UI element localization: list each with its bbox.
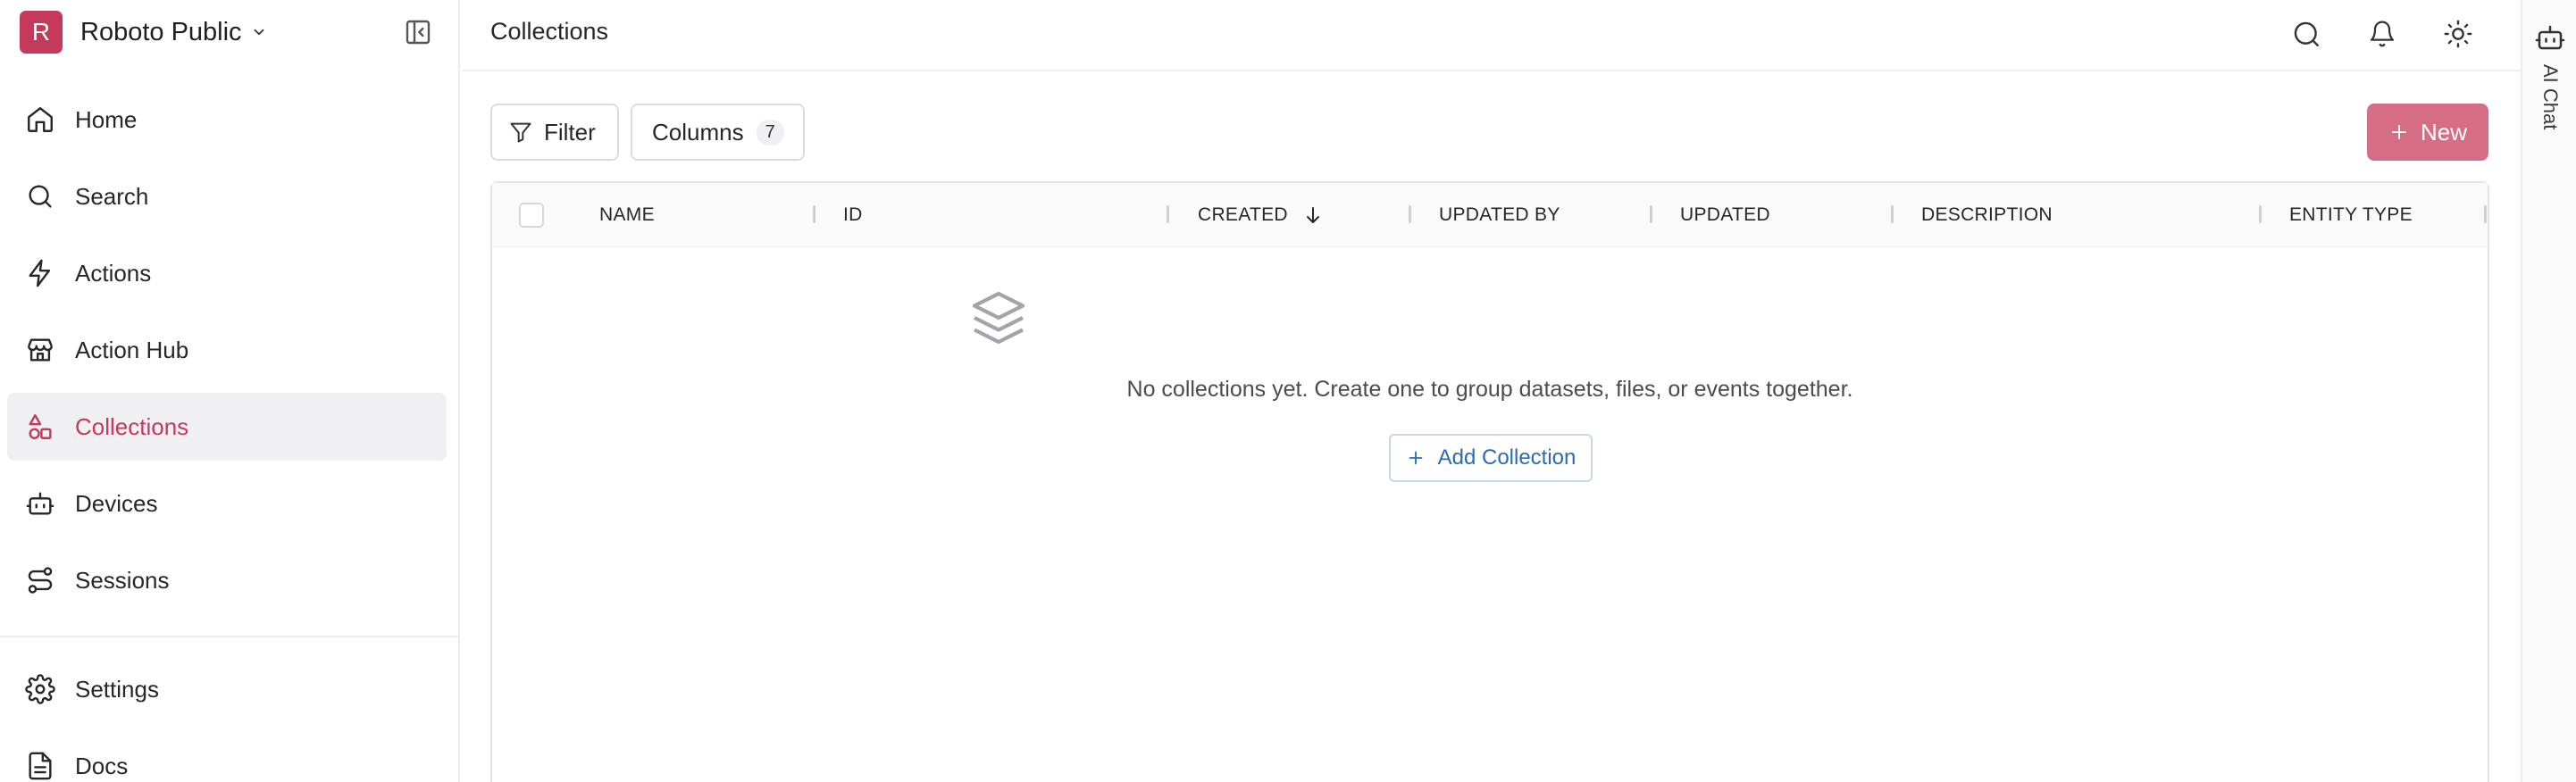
columns-button[interactable]: Columns 7	[631, 104, 805, 161]
gear-icon	[25, 674, 55, 704]
filter-button[interactable]: Filter	[490, 104, 619, 161]
sidebar-item-label: Settings	[75, 675, 159, 703]
column-resize-handle[interactable]	[1650, 205, 1652, 223]
filter-icon	[510, 122, 531, 143]
arrow-down-icon	[1306, 207, 1319, 223]
sidebar-item-settings[interactable]: Settings	[7, 655, 447, 723]
column-label: CREATED	[1198, 204, 1288, 225]
theme-toggle-button[interactable]	[2440, 16, 2476, 52]
column-resize-handle[interactable]	[2484, 205, 2487, 223]
column-resize-handle[interactable]	[1891, 205, 1894, 223]
add-collection-button[interactable]: Add Collection	[1389, 434, 1593, 482]
column-label: DESCRIPTION	[1921, 204, 2053, 225]
columns-label: Columns	[652, 118, 744, 146]
sidebar-item-devices[interactable]: Devices	[7, 470, 447, 537]
column-header-description[interactable]: DESCRIPTION	[1921, 204, 2053, 226]
shapes-icon	[29, 414, 52, 439]
sidebar-item-label: Search	[75, 182, 149, 210]
sidebar: R Roboto Public Home Search Actions Acti…	[0, 0, 460, 782]
select-all-checkbox[interactable]	[519, 203, 544, 228]
plus-icon	[2391, 125, 2406, 139]
sidebar-bottom-nav: Settings Docs	[7, 655, 447, 782]
sidebar-item-docs[interactable]: Docs	[7, 732, 447, 782]
column-header-entity-type[interactable]: ENTITY TYPE	[2289, 204, 2413, 226]
robot-icon	[2535, 25, 2565, 50]
sidebar-item-action-hub[interactable]: Action Hub	[7, 316, 447, 384]
search-icon	[2294, 21, 2319, 46]
sidebar-collapse-icon	[406, 20, 431, 45]
column-header-updated-by[interactable]: UPDATED BY	[1439, 204, 1560, 226]
page-title: Collections	[490, 18, 609, 45]
column-label: ENTITY TYPE	[2289, 204, 2413, 225]
column-header-name[interactable]: NAME	[599, 204, 655, 226]
org-avatar: R	[20, 11, 63, 54]
document-icon	[29, 752, 52, 780]
column-label: UPDATED	[1680, 204, 1770, 225]
new-label: New	[2420, 118, 2467, 146]
chevron-down-icon	[254, 29, 263, 36]
table-header: NAME ID CREATED UPDATED BY UPDATED DESCR…	[492, 183, 2488, 247]
ai-chat-label: AI Chat	[2539, 64, 2562, 130]
home-icon	[28, 107, 53, 132]
route-icon	[28, 567, 53, 594]
column-resize-handle[interactable]	[813, 205, 815, 223]
sidebar-item-label: Home	[75, 105, 138, 133]
column-label: NAME	[599, 204, 655, 225]
sidebar-item-label: Action Hub	[75, 336, 189, 363]
org-switcher[interactable]: R Roboto Public	[20, 11, 267, 54]
column-resize-handle[interactable]	[2259, 205, 2262, 223]
robot-icon	[26, 492, 54, 515]
sidebar-item-search[interactable]: Search	[7, 162, 447, 230]
filter-label: Filter	[544, 118, 596, 146]
notifications-button[interactable]	[2364, 16, 2400, 52]
collapse-sidebar-button[interactable]	[402, 16, 434, 48]
sidebar-item-label: Docs	[75, 752, 129, 779]
global-search-button[interactable]	[2288, 16, 2324, 52]
column-header-updated[interactable]: UPDATED	[1680, 204, 1770, 226]
lightning-icon	[29, 259, 51, 287]
sidebar-item-label: Actions	[75, 259, 152, 287]
store-icon	[28, 338, 53, 362]
layers-icon	[972, 291, 1025, 345]
add-collection-label: Add Collection	[1437, 445, 1577, 470]
sidebar-item-label: Collections	[75, 412, 189, 440]
column-header-id[interactable]: ID	[843, 204, 863, 226]
sidebar-item-home[interactable]: Home	[7, 86, 447, 154]
empty-state-message: No collections yet. Create one to group …	[1126, 377, 1853, 402]
columns-count-badge: 7	[756, 119, 784, 146]
column-header-created[interactable]: CREATED	[1198, 204, 1324, 226]
bell-icon	[2370, 21, 2395, 47]
sidebar-item-label: Sessions	[75, 566, 170, 594]
search-icon	[29, 185, 52, 208]
column-resize-handle[interactable]	[1167, 205, 1169, 223]
sidebar-item-sessions[interactable]: Sessions	[7, 546, 447, 614]
plus-icon	[1409, 451, 1422, 465]
sidebar-item-actions[interactable]: Actions	[7, 239, 447, 307]
ai-chat-rail[interactable]: AI Chat	[2521, 0, 2576, 782]
new-collection-button[interactable]: New	[2367, 104, 2488, 161]
column-label: UPDATED BY	[1439, 204, 1560, 225]
sun-icon	[2444, 20, 2472, 48]
org-name: Roboto Public	[80, 17, 242, 46]
sidebar-divider	[0, 636, 460, 637]
column-resize-handle[interactable]	[1409, 205, 1411, 223]
sidebar-item-label: Devices	[75, 489, 158, 517]
column-label: ID	[843, 204, 863, 225]
sidebar-item-collections[interactable]: Collections	[7, 393, 447, 461]
sidebar-nav: Home Search Actions Action Hub Collectio…	[7, 86, 447, 623]
top-bar: Collections	[462, 0, 2521, 71]
